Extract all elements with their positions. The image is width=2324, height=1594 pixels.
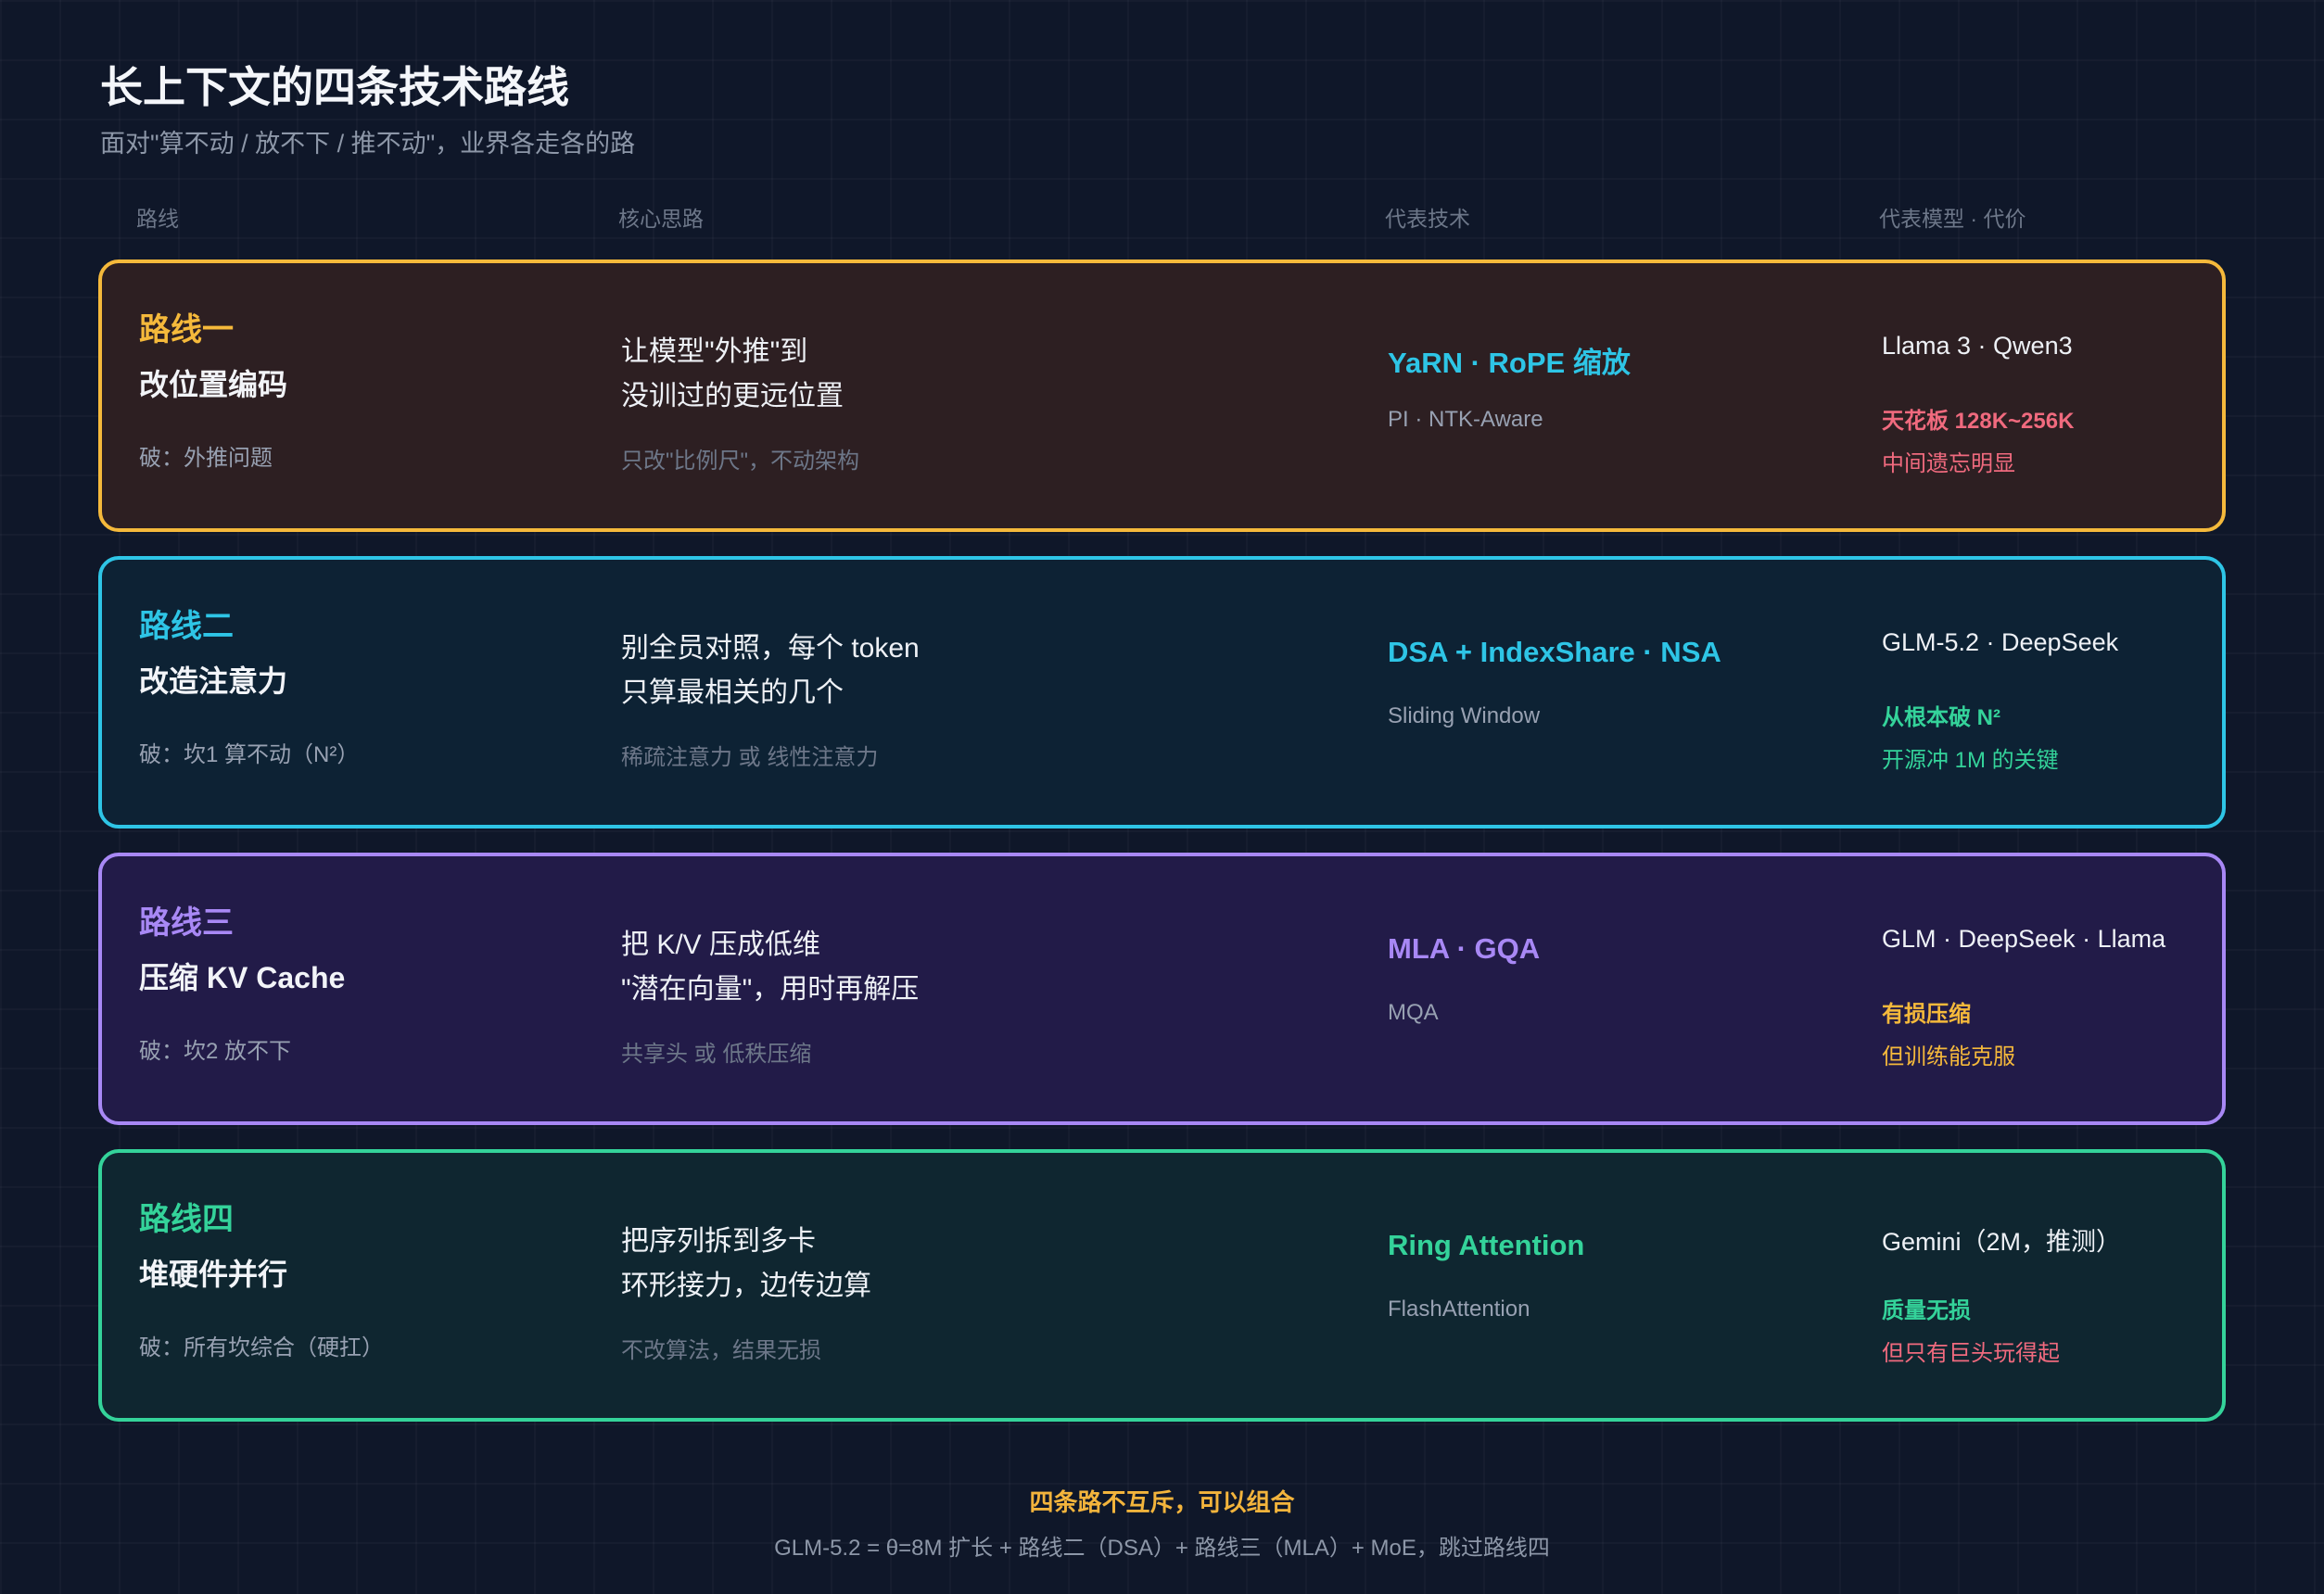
- representative-models: Llama 3 · Qwen3: [1882, 332, 2073, 360]
- related-tech: Sliding Window: [1388, 703, 1541, 728]
- route-name: 改造注意力: [139, 664, 288, 698]
- cost-line-1: 质量无损: [1882, 1298, 1971, 1323]
- related-tech: MQA: [1388, 1000, 1439, 1025]
- core-idea-line-1: 把序列拆到多卡: [621, 1226, 816, 1257]
- page-title: 长上下文的四条技术路线: [100, 63, 569, 111]
- route-problem: 破：所有坎综合（硬扛）: [139, 1335, 384, 1360]
- route-label: 路线三: [139, 905, 234, 941]
- route-card-3: 路线三 压缩 KV Cache 破：坎2 放不下 把 K/V 压成低维 "潜在向…: [98, 853, 2226, 1125]
- cost-line-1: 有损压缩: [1882, 1002, 1971, 1027]
- route-card-2: 路线二 改造注意力 破：坎1 算不动（N²） 别全员对照，每个 token 只算…: [98, 556, 2226, 829]
- representative-models: GLM-5.2 · DeepSeek: [1882, 628, 2119, 656]
- related-tech: FlashAttention: [1388, 1297, 1530, 1322]
- core-idea-line-1: 把 K/V 压成低维: [621, 930, 821, 960]
- representative-tech: DSA + IndexShare · NSA: [1388, 636, 1721, 668]
- representative-tech: YaRN · RoPE 缩放: [1388, 347, 1631, 379]
- core-idea-note: 只改"比例尺"，不动架构: [621, 449, 860, 474]
- column-header-route: 路线: [136, 207, 179, 231]
- route-card-4: 路线四 堆硬件并行 破：所有坎综合（硬扛） 把序列拆到多卡 环形接力，边传边算 …: [98, 1149, 2226, 1422]
- route-problem: 破：坎1 算不动（N²）: [139, 742, 360, 767]
- cost-line-1: 天花板 128K~256K: [1882, 409, 2075, 434]
- core-idea-note: 稀疏注意力 或 线性注意力: [621, 745, 879, 770]
- column-header-idea: 核心思路: [618, 207, 704, 231]
- route-problem: 破：坎2 放不下: [139, 1039, 292, 1064]
- cost-line-2: 但只有巨头玩得起: [1882, 1341, 2060, 1366]
- cost-line-2: 但训练能克服: [1882, 1044, 2015, 1069]
- route-name: 堆硬件并行: [139, 1258, 288, 1291]
- core-idea-note: 共享头 或 低秩压缩: [621, 1042, 812, 1067]
- route-label: 路线一: [139, 312, 234, 348]
- column-header-model-cost: 代表模型 · 代价: [1879, 207, 2026, 231]
- route-card-1: 路线一 改位置编码 破：外推问题 让模型"外推"到 没训过的更远位置 只改"比例…: [98, 259, 2226, 532]
- route-name: 压缩 KV Cache: [139, 961, 346, 994]
- core-idea-note: 不改算法，结果无损: [621, 1338, 821, 1363]
- core-idea-line-2: 没训过的更远位置: [621, 381, 844, 411]
- route-label: 路线四: [139, 1202, 234, 1237]
- related-tech: PI · NTK-Aware: [1388, 407, 1543, 432]
- page-subtitle: 面对"算不动 / 放不下 / 推不动"，业界各走各的路: [100, 130, 636, 158]
- core-idea-line-1: 别全员对照，每个 token: [621, 633, 920, 664]
- representative-tech: Ring Attention: [1388, 1229, 1585, 1261]
- core-idea-line-2: 只算最相关的几个: [621, 677, 844, 708]
- core-idea-line-1: 让模型"外推"到: [621, 336, 808, 367]
- route-problem: 破：外推问题: [139, 446, 273, 471]
- core-idea-line-2: 环形接力，边传边算: [621, 1271, 871, 1301]
- core-idea-line-2: "潜在向量"，用时再解压: [621, 974, 920, 1005]
- footer-formula: GLM-5.2 = θ=8M 扩长 + 路线二（DSA）+ 路线三（MLA）+ …: [774, 1536, 1550, 1561]
- column-header-tech: 代表技术: [1385, 207, 1470, 231]
- representative-models: GLM · DeepSeek · Llama: [1882, 925, 2166, 953]
- footer-conclusion: 四条路不互斥，可以组合: [1029, 1488, 1295, 1516]
- route-name: 改位置编码: [139, 368, 288, 401]
- representative-models: Gemini（2M，推测）: [1882, 1228, 2122, 1256]
- cost-line-1: 从根本破 N²: [1882, 705, 2000, 730]
- route-label: 路线二: [139, 609, 234, 644]
- representative-tech: MLA · GQA: [1388, 932, 1541, 965]
- cost-line-2: 开源冲 1M 的关键: [1882, 748, 2059, 773]
- cost-line-2: 中间遗忘明显: [1882, 451, 2015, 476]
